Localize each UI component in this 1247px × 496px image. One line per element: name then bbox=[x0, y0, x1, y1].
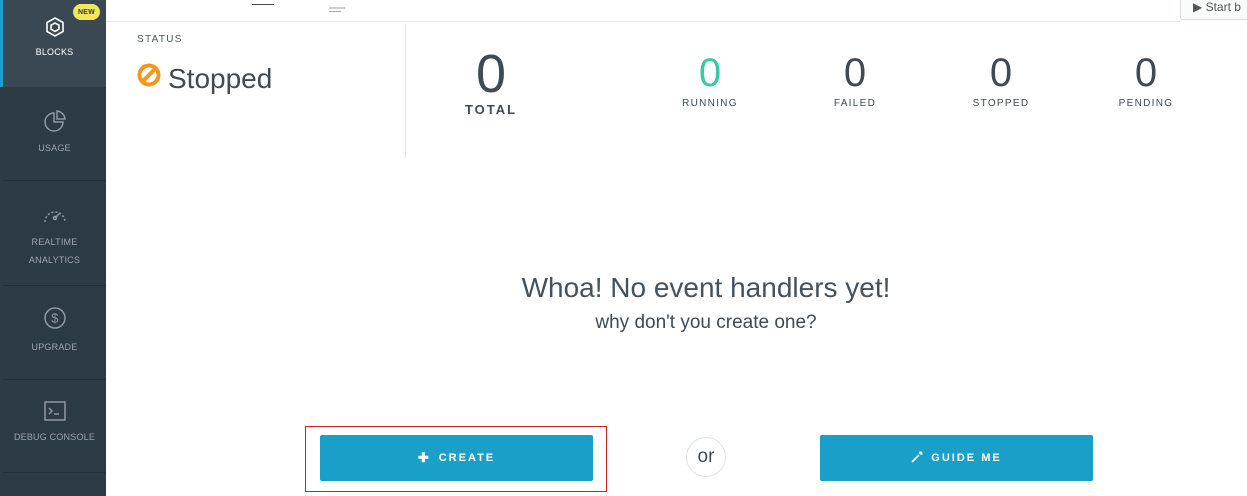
sidebar-item-debug-console[interactable]: DEBUG CONSOLE bbox=[3, 380, 106, 472]
pie-chart-icon bbox=[43, 109, 67, 133]
stopped-icon bbox=[136, 62, 168, 95]
header-fragment bbox=[252, 0, 274, 5]
or-divider: or bbox=[686, 437, 726, 477]
stat-stopped-label: STOPPED bbox=[972, 98, 1030, 109]
svg-text:$: $ bbox=[51, 311, 59, 326]
header-divider bbox=[106, 21, 1180, 22]
sidebar-item-realtime-analytics[interactable]: REALTIME ANALYTICS bbox=[3, 181, 106, 285]
status-label: STATUS bbox=[137, 34, 183, 45]
stat-total-value: 0 bbox=[475, 44, 507, 104]
stat-failed-value: 0 bbox=[843, 51, 867, 95]
sidebar-item-label: UPGRADE bbox=[31, 342, 78, 352]
create-button-label: CREATE bbox=[438, 452, 496, 464]
guide-me-button[interactable]: GUIDE ME bbox=[820, 435, 1093, 481]
sidebar-item-label: DEBUG CONSOLE bbox=[13, 432, 96, 442]
status-divider bbox=[405, 24, 406, 158]
stat-total: 0 TOTAL bbox=[441, 45, 541, 117]
sidebar-item-blocks[interactable]: BLOCKS NEW bbox=[3, 0, 106, 87]
dollar-icon: $ bbox=[43, 306, 67, 330]
stat-pending: 0 PENDING bbox=[1096, 49, 1196, 111]
magic-wand-icon bbox=[911, 450, 923, 466]
stat-stopped-value: 0 bbox=[989, 51, 1013, 95]
guide-me-button-label: GUIDE ME bbox=[931, 452, 1002, 464]
terminal-icon bbox=[43, 400, 67, 422]
sidebar-item-upgrade[interactable]: $ UPGRADE bbox=[3, 286, 106, 379]
stat-running-value: 0 bbox=[698, 51, 722, 95]
plus-icon: ✚ bbox=[417, 450, 431, 465]
empty-state-title: Whoa! No event handlers yet! bbox=[521, 272, 891, 303]
create-button[interactable]: ✚ CREATE bbox=[320, 435, 593, 481]
sidebar-item-label-line2: ANALYTICS bbox=[28, 255, 81, 265]
start-button[interactable]: ▶ Start b bbox=[1180, 0, 1247, 20]
sidebar-item-label-line1: REALTIME bbox=[31, 237, 78, 247]
stat-total-label: TOTAL bbox=[464, 102, 518, 117]
app-root: BLOCKS NEW USAGE REALTIME ANALYTICS $ UP… bbox=[0, 0, 1247, 496]
status-value: Stopped bbox=[136, 62, 272, 95]
list-icon[interactable] bbox=[329, 0, 345, 13]
active-indicator bbox=[0, 0, 3, 87]
speedometer-icon bbox=[42, 203, 68, 227]
divider bbox=[3, 472, 106, 473]
empty-state-subtitle: why don't you create one? bbox=[595, 312, 817, 333]
blocks-icon bbox=[44, 16, 66, 38]
sidebar: BLOCKS NEW USAGE REALTIME ANALYTICS $ UP… bbox=[0, 0, 106, 496]
stat-failed: 0 FAILED bbox=[805, 49, 905, 111]
stat-running-label: RUNNING bbox=[682, 98, 738, 109]
stat-running: 0 RUNNING bbox=[660, 49, 760, 111]
status-text: Stopped bbox=[168, 62, 273, 94]
stat-stopped: 0 STOPPED bbox=[951, 49, 1051, 111]
new-badge: NEW bbox=[73, 4, 100, 20]
sidebar-item-usage[interactable]: USAGE bbox=[3, 87, 106, 180]
sidebar-item-label: BLOCKS bbox=[35, 47, 74, 57]
stat-pending-value: 0 bbox=[1134, 51, 1158, 95]
sidebar-item-label: USAGE bbox=[38, 143, 71, 153]
stat-failed-label: FAILED bbox=[833, 98, 877, 109]
stat-pending-label: PENDING bbox=[1118, 98, 1174, 109]
